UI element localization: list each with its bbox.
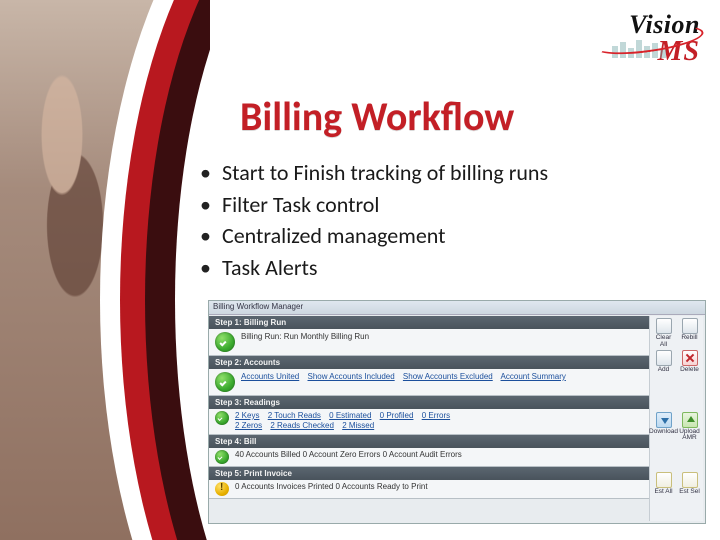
delete-button[interactable]: Delete [679,350,701,374]
step-link[interactable]: 2 Missed [342,421,374,430]
step-link[interactable]: 0 Errors [422,411,450,420]
upload-amr-button[interactable]: Upload AMR [679,412,701,442]
step-links: 2 Keys 2 Touch Reads 0 Estimated 0 Profi… [235,411,456,421]
slide-left-graphic [0,0,210,540]
check-icon [215,372,235,392]
step-links: Accounts United Show Accounts Included S… [241,372,572,382]
step-sublinks: 2 Zeros 2 Reads Checked 2 Missed [235,421,456,431]
step-link[interactable]: 2 Reads Checked [270,421,334,430]
step-link[interactable]: 2 Keys [235,411,259,420]
step-link[interactable]: 2 Zeros [235,421,262,430]
est-sel-button[interactable]: Est Sel [679,472,701,496]
step-title: Step 4: Bill [209,435,649,448]
workflow-step: Step 4: Bill 40 Accounts Billed 0 Accoun… [209,435,649,467]
bullet-list: Start to Finish tracking of billing runs… [200,158,548,285]
workflow-step: Step 2: Accounts Accounts United Show Ac… [209,356,649,396]
workflow-step: Step 1: Billing Run Billing Run: Run Mon… [209,316,649,356]
step-link[interactable]: Show Accounts Excluded [403,372,493,381]
screenshot-window-title: Billing Workflow Manager [209,301,705,315]
add-button[interactable]: Add [653,350,675,374]
step-text: Billing Run: Run Monthly Billing Run [241,332,369,341]
step-link[interactable]: Accounts United [241,372,299,381]
step-link[interactable]: Account Summary [501,372,566,381]
step-link[interactable]: 0 Estimated [329,411,371,420]
upload-icon [682,412,698,428]
action-rail: Clear All Rebill Add Delete Download Upl… [649,316,703,521]
slide-title: Billing Workflow [240,92,514,141]
rebill-icon [682,318,698,334]
download-button[interactable]: Download [653,412,675,442]
step-link[interactable]: Show Accounts Included [308,372,395,381]
workflow-step: Step 3: Readings 2 Keys 2 Touch Reads 0 … [209,396,649,435]
est-all-button[interactable]: Est All [653,472,675,496]
step-link[interactable]: 0 Profiled [380,411,414,420]
logo-text-ms: MS [629,36,700,68]
step-title: Step 5: Print Invoice [209,467,649,480]
step-title: Step 3: Readings [209,396,649,409]
step-text: 40 Accounts Billed 0 Account Zero Errors… [235,450,462,459]
step-title: Step 1: Billing Run [209,316,649,329]
warning-icon [215,482,229,496]
bullet-item: Filter Task control [200,190,548,220]
download-icon [656,412,672,428]
doc-icon [682,472,698,488]
workflow-step: Step 5: Print Invoice 0 Accounts Invoice… [209,467,649,499]
bullet-item: Centralized management [200,221,548,251]
rebill-button[interactable]: Rebill [679,318,701,348]
check-icon [215,332,235,352]
check-icon [215,411,229,425]
step-link[interactable]: 2 Touch Reads [268,411,321,420]
delete-icon [682,350,698,366]
clear-icon [656,318,672,334]
embedded-screenshot: Billing Workflow Manager Step 1: Billing… [208,300,706,524]
add-icon [656,350,672,366]
bullet-item: Task Alerts [200,253,548,283]
brand-logo: Vision MS [629,10,700,68]
bullet-item: Start to Finish tracking of billing runs [200,158,548,188]
check-icon [215,450,229,464]
doc-icon [656,472,672,488]
step-text: 0 Accounts Invoices Printed 0 Accounts R… [235,482,428,491]
clear-all-button[interactable]: Clear All [653,318,675,348]
step-title: Step 2: Accounts [209,356,649,369]
